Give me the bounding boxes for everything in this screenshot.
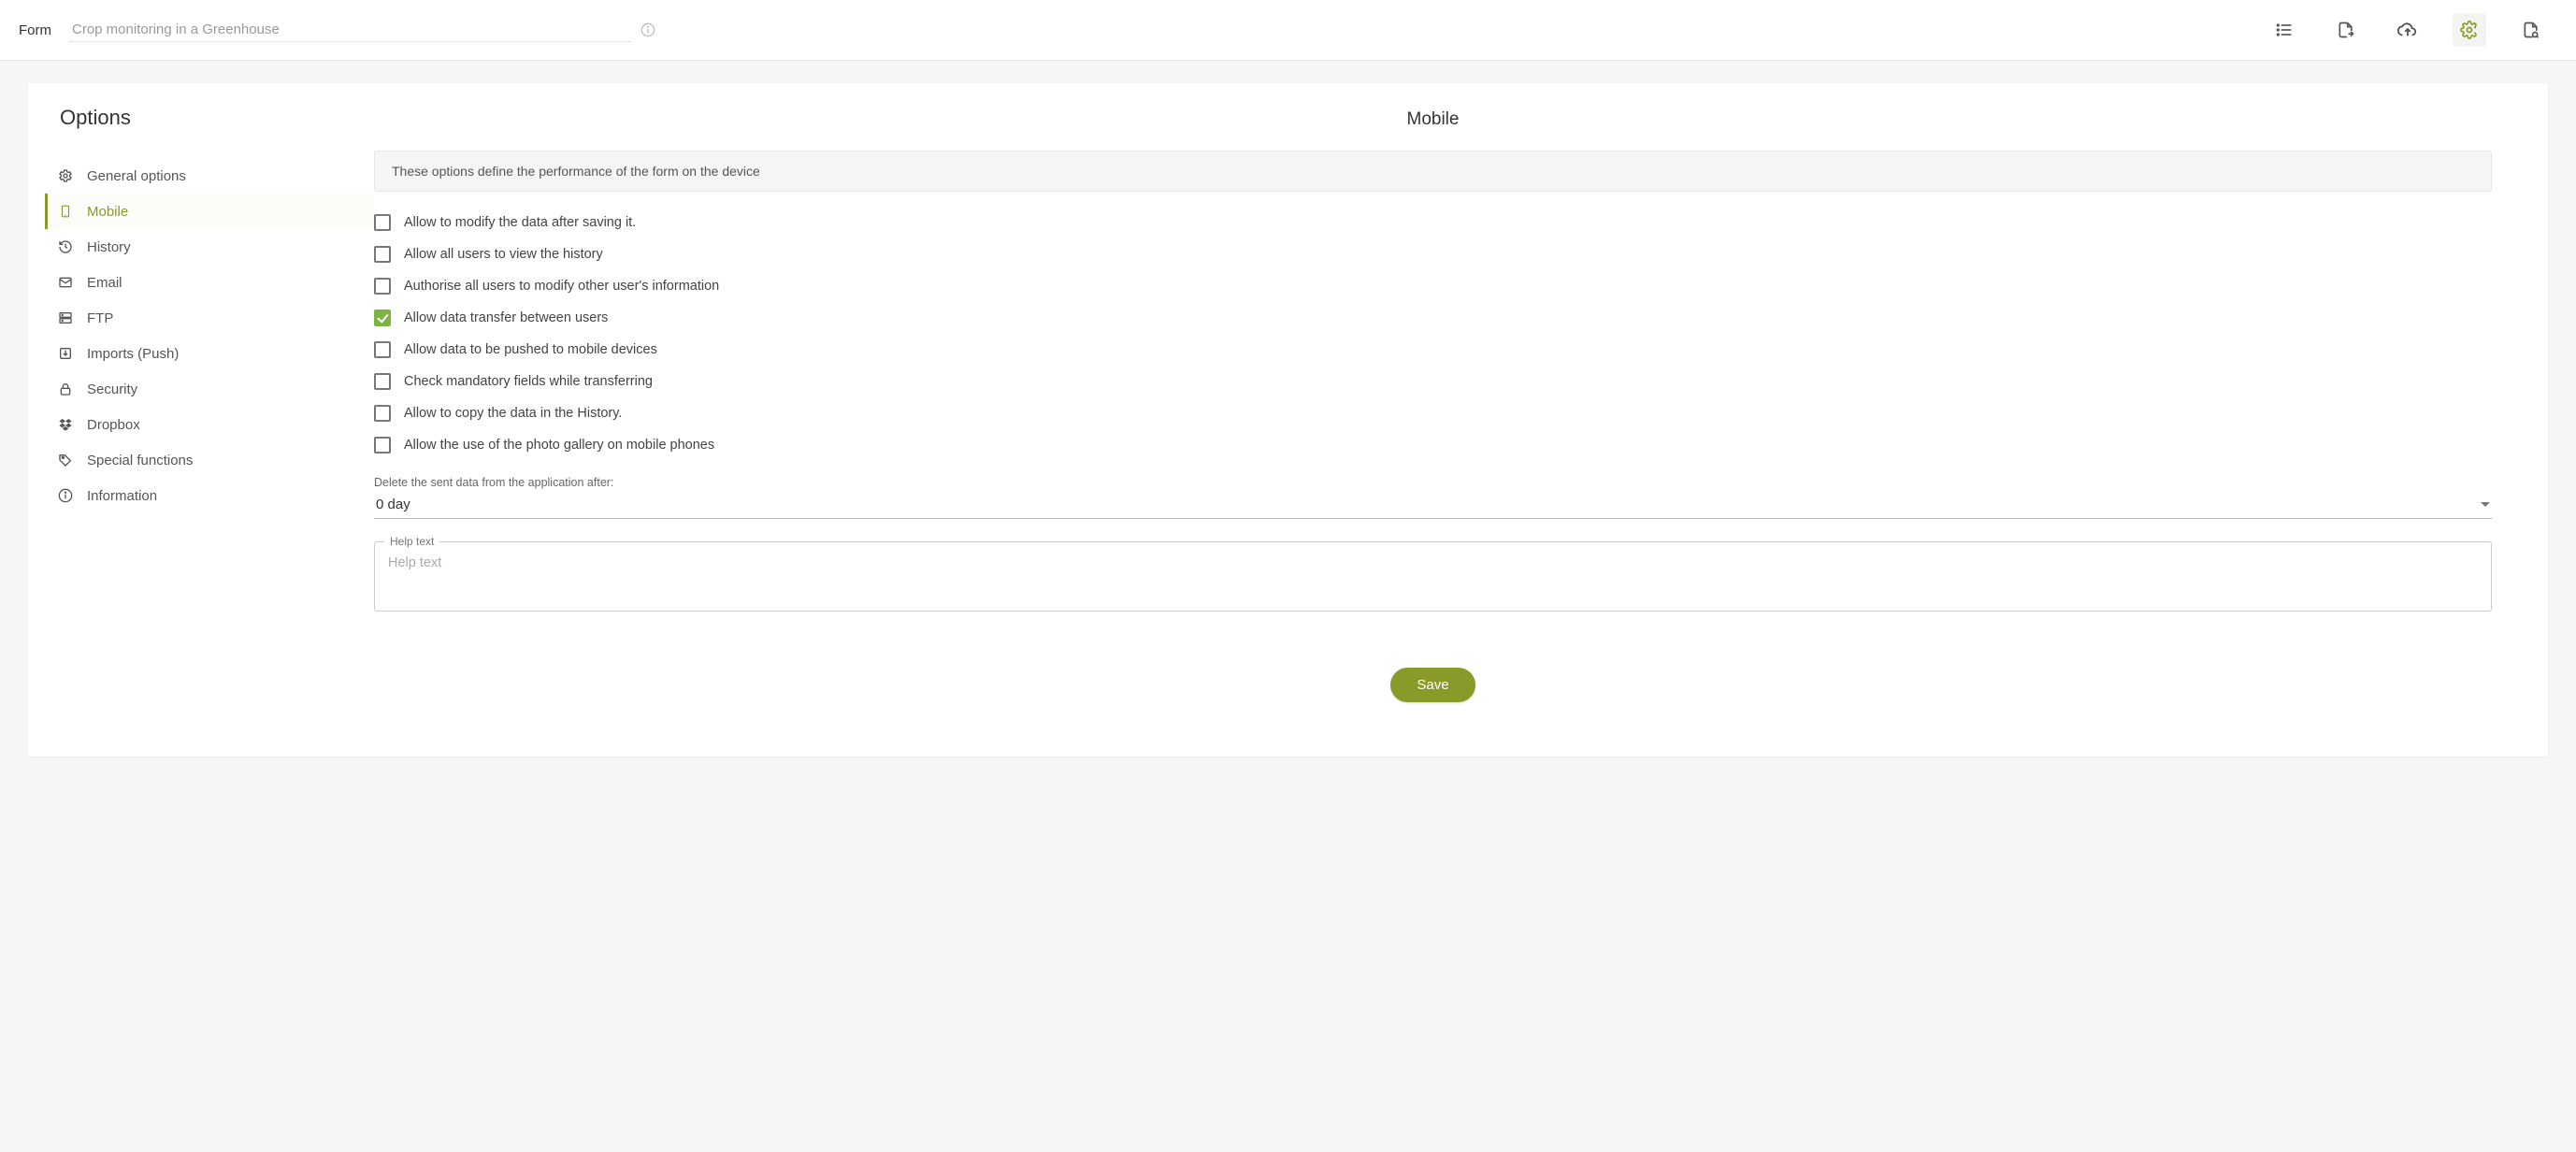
checkbox-label: Authorise all users to modify other user… (404, 279, 719, 294)
checkbox-check-mandatory-transfer[interactable] (374, 373, 391, 390)
check-row: Allow to copy the data in the History. (374, 405, 2492, 422)
sidebar-item-label: Imports (Push) (87, 346, 357, 362)
help-text-input[interactable] (388, 555, 2478, 597)
check-row: Authorise all users to modify other user… (374, 278, 2492, 295)
check-row: Allow all users to view the history (374, 246, 2492, 263)
save-button[interactable]: Save (1390, 668, 1475, 702)
help-text-field: Help text (374, 541, 2492, 612)
gear-icon (57, 167, 74, 184)
sidebar-item-label: Security (87, 382, 357, 397)
check-row: Check mandatory fields while transferrin… (374, 373, 2492, 390)
topbar-actions (2267, 13, 2548, 47)
file-search-icon[interactable] (2514, 13, 2548, 47)
section-heading: Mobile (374, 109, 2492, 130)
sidebar-item-security[interactable]: Security (45, 371, 374, 407)
list-icon[interactable] (2267, 13, 2301, 47)
sidebar-item-ftp[interactable]: FTP (45, 300, 374, 336)
checkbox-label: Allow data to be pushed to mobile device… (404, 342, 657, 357)
check-row: Allow to modify the data after saving it… (374, 214, 2492, 231)
export-file-icon[interactable] (2329, 13, 2363, 47)
sidebar-item-dropbox[interactable]: Dropbox (45, 407, 374, 442)
mobile-icon (57, 203, 74, 220)
sidebar-item-email[interactable]: Email (45, 265, 374, 300)
sidebar-item-label: Mobile (87, 204, 357, 220)
check-row: Allow the use of the photo gallery on mo… (374, 437, 2492, 454)
help-text-label: Help text (384, 535, 439, 548)
checkbox-label: Allow to copy the data in the History. (404, 406, 622, 421)
sidebar-item-label: FTP (87, 310, 357, 326)
checkbox-list: Allow to modify the data after saving it… (374, 214, 2492, 454)
checkbox-allow-modify-after-save[interactable] (374, 214, 391, 231)
topbar-left: Form (19, 18, 2249, 42)
save-row: Save (374, 668, 2492, 702)
options-card: Options General options Mobile History E… (28, 83, 2548, 756)
checkbox-allow-push-mobile[interactable] (374, 341, 391, 358)
sidebar-item-label: History (87, 239, 357, 255)
check-row: Allow data to be pushed to mobile device… (374, 341, 2492, 358)
server-icon (57, 310, 74, 326)
main-content: Mobile These options define the performa… (374, 83, 2548, 756)
form-label: Form (19, 22, 51, 38)
dropbox-icon (57, 416, 74, 433)
sidebar-item-label: Dropbox (87, 417, 357, 433)
sidebar-item-label: Special functions (87, 453, 357, 468)
import-icon (57, 345, 74, 362)
checkbox-allow-copy-history[interactable] (374, 405, 391, 422)
tag-icon (57, 452, 74, 468)
sidebar: Options General options Mobile History E… (28, 83, 374, 756)
delete-after-label: Delete the sent data from the applicatio… (374, 476, 2492, 489)
topbar: Form (0, 0, 2576, 61)
sidebar-item-special-functions[interactable]: Special functions (45, 442, 374, 478)
check-row: Allow data transfer between users (374, 310, 2492, 326)
email-icon (57, 274, 74, 291)
form-name-input[interactable] (70, 18, 631, 42)
lock-icon (57, 381, 74, 397)
sidebar-item-general-options[interactable]: General options (45, 158, 374, 194)
checkbox-label: Allow the use of the photo gallery on mo… (404, 438, 714, 453)
cloud-upload-icon[interactable] (2391, 13, 2425, 47)
sidebar-item-label: General options (87, 168, 357, 184)
sidebar-item-label: Email (87, 275, 357, 291)
checkbox-allow-data-transfer[interactable] (374, 310, 391, 326)
info-banner: These options define the performance of … (374, 151, 2492, 192)
sidebar-title: Options (54, 106, 374, 130)
sidebar-item-information[interactable]: Information (45, 478, 374, 513)
info-icon (57, 487, 74, 504)
checkbox-authorise-modify-others[interactable] (374, 278, 391, 295)
checkbox-label: Allow data transfer between users (404, 310, 608, 325)
sidebar-item-history[interactable]: History (45, 229, 374, 265)
delete-after-select[interactable]: 0 day (374, 493, 2492, 519)
sidebar-item-label: Information (87, 488, 357, 504)
settings-icon[interactable] (2453, 13, 2486, 47)
checkbox-all-users-view-history[interactable] (374, 246, 391, 263)
sidebar-item-imports-push[interactable]: Imports (Push) (45, 336, 374, 371)
info-icon[interactable] (640, 22, 655, 37)
chevron-down-icon (2481, 502, 2490, 507)
delete-after-value: 0 day (376, 497, 410, 512)
sidebar-item-mobile[interactable]: Mobile (45, 194, 374, 229)
checkbox-label: Allow all users to view the history (404, 247, 603, 262)
checkbox-label: Allow to modify the data after saving it… (404, 215, 636, 230)
checkbox-label: Check mandatory fields while transferrin… (404, 374, 653, 389)
checkbox-allow-photo-gallery[interactable] (374, 437, 391, 454)
history-icon (57, 238, 74, 255)
